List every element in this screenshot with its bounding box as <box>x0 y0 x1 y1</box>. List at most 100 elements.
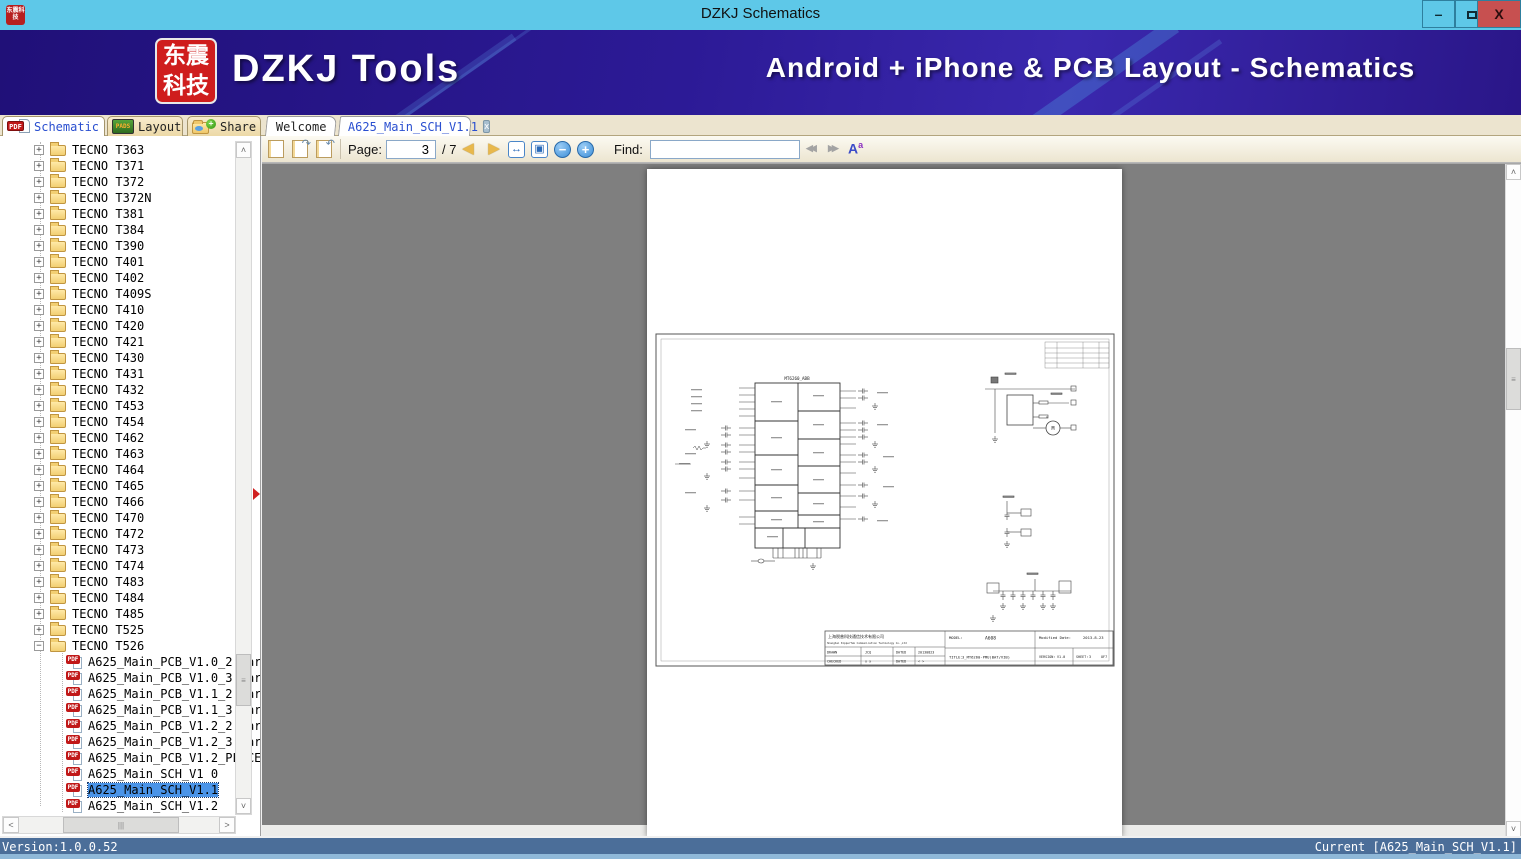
tree-file[interactable]: PDF A625_Main_PCB_V1.1_3 card <box>0 702 260 718</box>
tree-folder[interactable]: + TECNO T384 <box>0 222 236 238</box>
expand-icon[interactable]: + <box>34 385 44 395</box>
panel-collapse-arrow-icon[interactable] <box>253 488 260 500</box>
tree-folder[interactable]: + TECNO T432 <box>0 382 236 398</box>
expand-icon[interactable]: + <box>34 513 44 523</box>
tree-folder[interactable]: + TECNO T409S <box>0 286 236 302</box>
expand-icon[interactable]: + <box>34 465 44 475</box>
tree-folder[interactable]: + TECNO T431 <box>0 366 236 382</box>
fit-page-button[interactable]: ▣ <box>531 141 548 158</box>
tree-folder[interactable]: + TECNO T381 <box>0 206 236 222</box>
scroll-right-icon[interactable]: > <box>219 817 235 833</box>
expand-icon[interactable]: + <box>34 353 44 363</box>
tree-folder[interactable]: + TECNO T483 <box>0 574 236 590</box>
tree-folder[interactable]: + TECNO T525 <box>0 622 236 638</box>
expand-icon[interactable]: + <box>34 241 44 251</box>
rotate-counterclockwise-button[interactable]: ↶ <box>316 138 335 158</box>
expand-icon[interactable]: + <box>34 433 44 443</box>
tree-folder[interactable]: + TECNO T472 <box>0 526 236 542</box>
tree-folder[interactable]: + TECNO T463 <box>0 446 236 462</box>
expand-icon[interactable]: + <box>34 273 44 283</box>
single-page-view-button[interactable] <box>268 140 284 158</box>
scrollbar-thumb[interactable]: ≡ <box>1506 348 1521 410</box>
scroll-up-icon[interactable]: ˄ <box>236 142 251 158</box>
tree-file[interactable]: PDF A625_Main_SCH_V1.2 <box>0 798 236 814</box>
tab-document-active[interactable]: A625_Main_SCH_V1.1 x <box>337 116 491 136</box>
expand-icon[interactable]: + <box>34 321 44 331</box>
find-next-icon[interactable]: ▶▶ <box>828 143 839 154</box>
tree-folder[interactable]: + TECNO T454 <box>0 414 236 430</box>
expand-icon[interactable]: + <box>34 529 44 539</box>
scroll-left-icon[interactable]: < <box>3 817 19 833</box>
expand-icon[interactable]: + <box>34 609 44 619</box>
tree-folder-expanded[interactable]: − TECNO T526 <box>0 638 236 654</box>
tree-file[interactable]: PDF A625_Main_PCB_V1.0_3 card <box>0 670 260 686</box>
expand-icon[interactable]: + <box>34 257 44 267</box>
tree-folder[interactable]: + TECNO T484 <box>0 590 236 606</box>
tree-folder[interactable]: + TECNO T462 <box>0 430 236 446</box>
tree-folder[interactable]: + TECNO T420 <box>0 318 236 334</box>
tree-file[interactable]: PDF A625_Main_PCB_V1.1_2 card <box>0 686 260 702</box>
pdf-viewer[interactable]: MT6260_ABB M 上海税普科技通信技术有限公司 Shanghai Kip… <box>262 163 1521 836</box>
viewer-vertical-scrollbar[interactable]: ˄ ≡ ˅ <box>1505 164 1521 836</box>
scroll-down-icon[interactable]: ˅ <box>236 798 251 814</box>
tree-folder[interactable]: + TECNO T453 <box>0 398 236 414</box>
tree-folder[interactable]: + TECNO T402 <box>0 270 236 286</box>
expand-icon[interactable]: + <box>34 625 44 635</box>
tree-folder[interactable]: + TECNO T430 <box>0 350 236 366</box>
tab-close-icon[interactable]: x <box>482 120 491 133</box>
expand-icon[interactable]: + <box>34 577 44 587</box>
expand-icon[interactable]: + <box>34 305 44 315</box>
tree-folder[interactable]: + TECNO T372 <box>0 174 236 190</box>
tree-folder[interactable]: + TECNO T485 <box>0 606 236 622</box>
expand-icon[interactable]: + <box>34 177 44 187</box>
tree-folder[interactable]: + TECNO T410 <box>0 302 236 318</box>
find-previous-icon[interactable]: ◀◀ <box>806 143 817 154</box>
tree-folder[interactable]: + TECNO T372N <box>0 190 236 206</box>
previous-page-button[interactable]: ◀ <box>458 139 478 159</box>
tab-share[interactable]: + Share <box>187 116 261 136</box>
match-case-icon[interactable]: Aa <box>848 140 863 157</box>
scrollbar-thumb[interactable]: ||| <box>63 817 179 833</box>
rotate-clockwise-button[interactable]: ↷ <box>292 138 311 158</box>
expand-icon[interactable]: + <box>34 145 44 155</box>
tree-file[interactable]: PDF A625_Main_PCB_V1.2_2 card <box>0 718 260 734</box>
tree-vertical-scrollbar[interactable]: ˄ ≡ ˅ <box>235 141 252 815</box>
scrollbar-thumb[interactable]: ≡ <box>236 654 251 706</box>
tree-folder[interactable]: + TECNO T473 <box>0 542 236 558</box>
minimize-button[interactable]: – <box>1422 0 1455 28</box>
zoom-out-button[interactable]: − <box>554 141 571 158</box>
tab-layout[interactable]: PADS Layout <box>107 116 183 136</box>
next-page-button[interactable]: ▶ <box>484 139 504 159</box>
expand-icon[interactable]: + <box>34 481 44 491</box>
collapse-icon[interactable]: − <box>34 641 44 651</box>
tree-folder[interactable]: + TECNO T464 <box>0 462 236 478</box>
tree-horizontal-scrollbar[interactable]: < ||| > <box>2 816 236 834</box>
expand-icon[interactable]: + <box>34 337 44 347</box>
tree-folder[interactable]: + TECNO T421 <box>0 334 236 350</box>
tree-folder[interactable]: + TECNO T466 <box>0 494 236 510</box>
tree-file[interactable]: PDF A625_Main_PCB_V1.0_2 card <box>0 654 260 670</box>
expand-icon[interactable]: + <box>34 369 44 379</box>
expand-icon[interactable]: + <box>34 401 44 411</box>
tree-folder[interactable]: + TECNO T401 <box>0 254 236 270</box>
tree-file[interactable]: PDF A625_Main_SCH_V1 0 <box>0 766 236 782</box>
expand-icon[interactable]: + <box>34 225 44 235</box>
tab-welcome[interactable]: Welcome <box>264 116 338 136</box>
tree-file[interactable]: PDF A625_Main_PCB_V1.2_3 card <box>0 734 260 750</box>
expand-icon[interactable]: + <box>34 561 44 571</box>
expand-icon[interactable]: + <box>34 593 44 603</box>
expand-icon[interactable]: + <box>34 161 44 171</box>
find-input[interactable] <box>650 140 800 159</box>
expand-icon[interactable]: + <box>34 497 44 507</box>
tree-folder[interactable]: + TECNO T363 <box>0 142 236 158</box>
scroll-down-icon[interactable]: ˅ <box>1506 821 1521 836</box>
tree-folder[interactable]: + TECNO T465 <box>0 478 236 494</box>
tree-folder[interactable]: + TECNO T390 <box>0 238 236 254</box>
tree-file[interactable]: PDF A625_Main_PCB_V1.2_PLACEM <box>0 750 260 766</box>
zoom-in-button[interactable]: + <box>577 141 594 158</box>
page-number-input[interactable] <box>386 140 436 159</box>
expand-icon[interactable]: + <box>34 209 44 219</box>
expand-icon[interactable]: + <box>34 193 44 203</box>
tree-file-selected[interactable]: PDF A625_Main_SCH_V1.1 <box>0 782 236 798</box>
expand-icon[interactable]: + <box>34 449 44 459</box>
